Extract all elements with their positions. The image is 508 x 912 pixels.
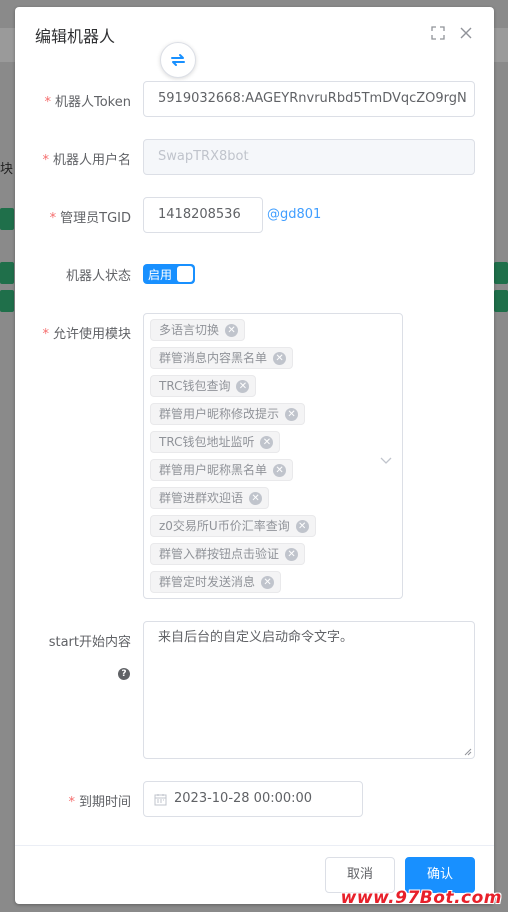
resize-handle-icon[interactable] <box>464 748 472 756</box>
tag-close-icon[interactable]: ✕ <box>285 547 299 561</box>
module-tag: 群管消息内容黑名单 ✕ <box>150 347 294 369</box>
start-content-textarea[interactable]: 来自后台的自定义启动命令文字。 <box>143 621 475 759</box>
username-label: * 机器人用户名 <box>15 149 131 168</box>
tag-close-icon[interactable]: ✕ <box>225 323 239 337</box>
background-label: 块 <box>0 162 14 177</box>
close-icon[interactable] <box>458 25 474 41</box>
footer-divider <box>15 845 494 846</box>
expire-label: * 到期时间 <box>15 791 131 810</box>
admin-handle-link[interactable]: @gd801 <box>267 207 321 222</box>
tag-close-icon[interactable]: ✕ <box>236 379 250 393</box>
module-tag: TRC钱包地址监听 ✕ <box>150 431 281 453</box>
modules-label-text: 允许使用模块 <box>52 327 131 342</box>
chevron-down-icon[interactable] <box>380 450 392 469</box>
module-tag-label: 群管消息内容黑名单 <box>159 351 268 365</box>
required-mark: * <box>42 327 49 342</box>
admin-tgid-input[interactable]: 1418208536 <box>143 197 263 233</box>
background-tag <box>0 208 14 230</box>
module-tag: TRC钱包查询 ✕ <box>150 375 257 397</box>
token-label-text: 机器人Token <box>55 95 131 110</box>
status-switch[interactable]: 启用 <box>143 264 195 284</box>
tag-close-icon[interactable]: ✕ <box>260 435 274 449</box>
tag-close-icon[interactable]: ✕ <box>273 351 287 365</box>
expire-label-text: 到期时间 <box>78 795 131 810</box>
admin-tgid-label-text: 管理员TGID <box>60 211 131 226</box>
username-label-text: 机器人用户名 <box>52 153 131 168</box>
module-tag: 群管用户昵称修改提示 ✕ <box>150 403 306 425</box>
dialog-title: 编辑机器人 <box>35 27 116 46</box>
watermark-logo: www.97Bot.com <box>340 888 502 908</box>
switch-knob <box>177 266 193 282</box>
required-mark: * <box>44 95 52 110</box>
module-tag: 群管入群按钮点击验证 ✕ <box>150 543 306 565</box>
question-circle-icon[interactable]: ? <box>118 668 130 680</box>
modules-label: * 允许使用模块 <box>15 323 131 342</box>
background-tag <box>0 262 14 284</box>
module-tag-label: z0交易所U币价汇率查询 <box>159 519 290 533</box>
background-tag <box>0 290 14 312</box>
module-tag-label: TRC钱包查询 <box>159 379 231 393</box>
module-tag-label: 群管用户昵称修改提示 <box>159 407 280 421</box>
module-tag: 群管定时发送消息 ✕ <box>150 571 282 593</box>
tag-close-icon[interactable]: ✕ <box>249 491 263 505</box>
background-tag <box>494 290 508 312</box>
edit-bot-dialog: 编辑机器人 * 机器人Token 5919032668:AAGEYRnvruRbd… <box>15 7 494 904</box>
required-mark: * <box>49 211 57 226</box>
module-tag: 群管用户昵称黑名单 ✕ <box>150 459 294 481</box>
admin-tgid-label: * 管理员TGID <box>15 207 131 226</box>
token-label: * 机器人Token <box>15 91 132 110</box>
calendar-icon <box>154 794 167 806</box>
status-switch-text: 启用 <box>148 268 173 282</box>
module-tag-label: 多语言切换 <box>159 323 220 337</box>
module-tag: z0交易所U币价汇率查询 ✕ <box>150 515 316 537</box>
module-tag: 群管进群欢迎语 ✕ <box>150 487 270 509</box>
tag-close-icon[interactable]: ✕ <box>285 407 299 421</box>
tag-close-icon[interactable]: ✕ <box>273 463 287 477</box>
modules-select[interactable]: 多语言切换 ✕ 群管消息内容黑名单 ✕ TRC钱包查询 ✕ 群管用户昵称修改提示 ✕ T… <box>143 313 403 599</box>
module-tag-label: 群管用户昵称黑名单 <box>159 463 268 477</box>
required-mark: * <box>42 153 49 168</box>
start-content-label: start开始内容 <box>48 635 131 650</box>
module-tag-label: TRC钱包地址监听 <box>159 435 255 449</box>
module-tag-label: 群管进群欢迎语 <box>159 491 244 505</box>
token-input[interactable]: 5919032668:AAGEYRnvruRbd5TmDVqcZO9rgN <box>143 81 475 117</box>
swap-icon[interactable] <box>160 42 196 78</box>
expire-date-value: 2023-10-28 00:00:00 <box>174 791 313 806</box>
required-mark: * <box>68 795 75 810</box>
tag-close-icon[interactable]: ✕ <box>261 575 275 589</box>
module-tag-label: 群管入群按钮点击验证 <box>159 547 280 561</box>
module-tag-label: 群管定时发送消息 <box>159 575 256 589</box>
username-input[interactable]: SwapTRX8bot <box>143 139 475 175</box>
start-content-text: 来自后台的自定义启动命令文字。 <box>158 630 354 645</box>
background-tag <box>494 262 508 284</box>
expire-date-input[interactable]: 2023-10-28 00:00:00 <box>143 781 363 817</box>
tag-close-icon[interactable]: ✕ <box>295 519 309 533</box>
module-tag: 多语言切换 ✕ <box>150 319 246 341</box>
fullscreen-icon[interactable] <box>430 25 446 41</box>
dialog-header: 编辑机器人 <box>15 7 494 61</box>
status-label: 机器人状态 <box>65 269 131 284</box>
